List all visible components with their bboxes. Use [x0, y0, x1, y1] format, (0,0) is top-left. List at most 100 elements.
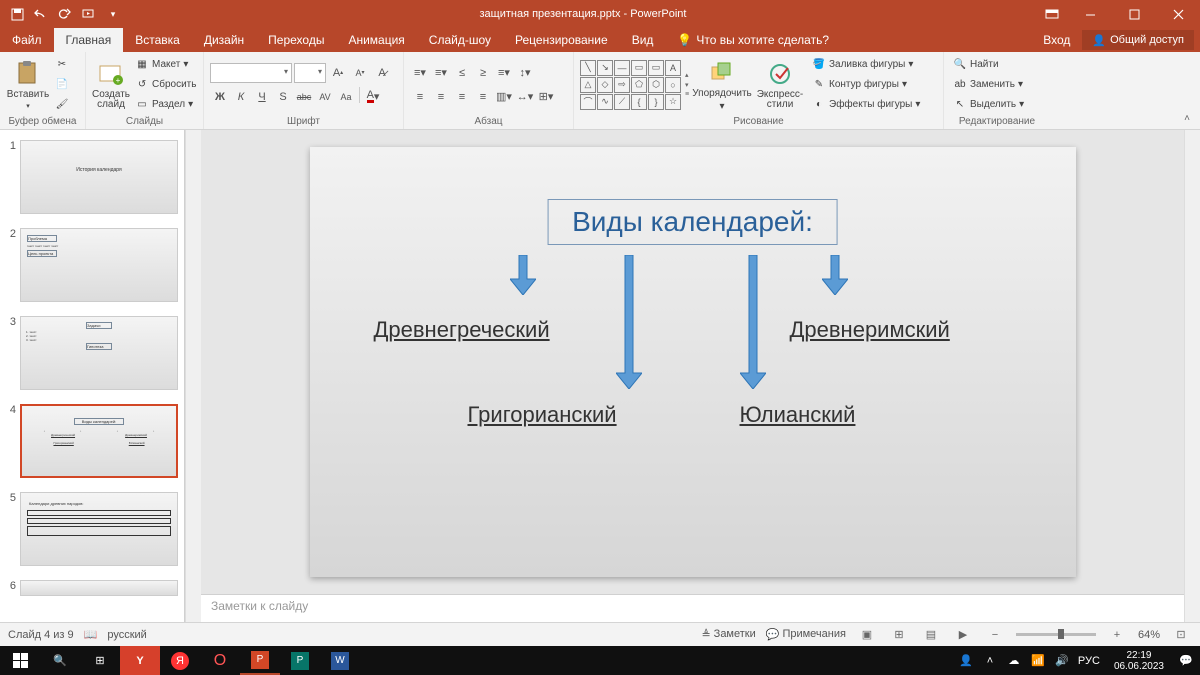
- font-color-button[interactable]: A▾: [363, 87, 383, 107]
- shape-line[interactable]: ╲: [580, 60, 596, 76]
- app-yandex[interactable]: Y: [120, 646, 160, 675]
- tray-language[interactable]: РУС: [1078, 655, 1100, 667]
- shape-br1[interactable]: {: [631, 94, 647, 110]
- shape-c2[interactable]: ∿: [597, 94, 613, 110]
- zoom-level[interactable]: 64%: [1138, 629, 1160, 641]
- calendar-label-2[interactable]: Древнеримский: [790, 317, 950, 343]
- search-button[interactable]: 🔍: [40, 646, 80, 675]
- zoom-slider[interactable]: [1016, 633, 1096, 636]
- underline-button[interactable]: Ч: [252, 87, 272, 107]
- justify-button[interactable]: ≡: [473, 87, 493, 107]
- login-link[interactable]: Вход: [1031, 28, 1082, 52]
- redo-icon[interactable]: [54, 3, 76, 25]
- app-word[interactable]: W: [320, 646, 360, 675]
- fit-button[interactable]: ⊡: [1170, 626, 1192, 644]
- slide[interactable]: Виды календарей: Древнегреческий Древнер…: [310, 147, 1076, 577]
- shape-text[interactable]: A: [665, 60, 681, 76]
- text-direction-button[interactable]: ↕▾: [515, 63, 535, 83]
- arrow-shape[interactable]: [822, 255, 848, 295]
- language-indicator[interactable]: русский: [107, 629, 146, 641]
- share-button[interactable]: 👤Общий доступ: [1082, 30, 1194, 50]
- ribbon-display-icon[interactable]: [1036, 0, 1068, 28]
- thumbnail-slide-2[interactable]: Проблематекст текст текст текстЦель прое…: [20, 228, 178, 302]
- columns-button[interactable]: ▥▾: [494, 87, 514, 107]
- select-button[interactable]: ↖Выделить▾: [950, 96, 1027, 114]
- shape-arr[interactable]: ⇨: [614, 77, 630, 93]
- paste-button[interactable]: Вставить▾: [6, 56, 50, 114]
- app-powerpoint[interactable]: P: [240, 646, 280, 675]
- change-case-button[interactable]: Aa: [336, 87, 356, 107]
- tab-design[interactable]: Дизайн: [192, 28, 256, 52]
- zoom-in-button[interactable]: +: [1106, 626, 1128, 644]
- tab-home[interactable]: Главная: [54, 28, 124, 52]
- thumbnail-slide-3[interactable]: Задачи1. текст2. текст3. текстГипотеза: [20, 316, 178, 390]
- gallery-up[interactable]: ▴: [685, 71, 691, 79]
- app-ya[interactable]: Я: [160, 646, 200, 675]
- app-opera[interactable]: O: [200, 646, 240, 675]
- decrease-font-button[interactable]: A▾: [350, 63, 370, 83]
- spell-check-icon[interactable]: 📖: [84, 628, 98, 641]
- find-button[interactable]: 🔍Найти: [950, 56, 1027, 74]
- app-publisher[interactable]: P: [280, 646, 320, 675]
- shape-c3[interactable]: ⟋: [614, 94, 630, 110]
- tray-meet-icon[interactable]: 👤: [958, 653, 974, 669]
- smartart-button[interactable]: ⊞▾: [536, 87, 556, 107]
- reading-view-button[interactable]: ▤: [920, 626, 942, 644]
- tell-me[interactable]: 💡Что вы хотите сделать?: [665, 28, 841, 52]
- tab-file[interactable]: Файл: [0, 28, 54, 52]
- align-right-button[interactable]: ≡: [452, 87, 472, 107]
- thumbnail-slide-5[interactable]: Календари древних народов:: [20, 492, 178, 566]
- shape-r2[interactable]: ⬠: [631, 77, 647, 93]
- calendar-label-3[interactable]: Григорианский: [468, 402, 617, 428]
- maximize-icon[interactable]: [1112, 0, 1156, 28]
- align-center-button[interactable]: ≡: [431, 87, 451, 107]
- calendar-label-4[interactable]: Юлианский: [740, 402, 856, 428]
- tab-review[interactable]: Рецензирование: [503, 28, 620, 52]
- shape-outline-button[interactable]: ✎Контур фигуры▾: [809, 76, 923, 94]
- tray-wifi-icon[interactable]: 📶: [1030, 653, 1046, 669]
- italic-button[interactable]: К: [231, 87, 251, 107]
- arrange-button[interactable]: Упорядочить▾: [693, 56, 751, 114]
- shape-c1[interactable]: ⌒: [580, 94, 596, 110]
- tab-transitions[interactable]: Переходы: [256, 28, 336, 52]
- clear-format-button[interactable]: A̷: [372, 63, 392, 83]
- tray-up-icon[interactable]: ˄: [982, 653, 998, 669]
- arrow-shape[interactable]: [510, 255, 536, 295]
- slideshow-view-button[interactable]: ▶: [952, 626, 974, 644]
- tab-insert[interactable]: Вставка: [123, 28, 192, 52]
- shapes-gallery[interactable]: ╲↘—▭▭A △◇⇨⬠⬡○ ⌒∿⟋{}☆: [580, 60, 681, 110]
- increase-indent-button[interactable]: ≥: [473, 63, 493, 83]
- thumbnail-slide-4[interactable]: Виды календарей:↓↓↓↓ДревнегреческийДревн…: [20, 404, 178, 478]
- undo-icon[interactable]: [30, 3, 52, 25]
- char-spacing-button[interactable]: AV: [315, 87, 335, 107]
- layout-button[interactable]: ▦Макет▾: [132, 56, 199, 74]
- tray-onedrive-icon[interactable]: ☁: [1006, 653, 1022, 669]
- calendar-label-1[interactable]: Древнегреческий: [374, 317, 550, 343]
- shape-line2[interactable]: —: [614, 60, 630, 76]
- reset-button[interactable]: ↺Сбросить: [132, 76, 199, 94]
- quick-styles-button[interactable]: Экспресс- стили: [753, 56, 807, 114]
- shape-br2[interactable]: }: [648, 94, 664, 110]
- font-size-select[interactable]: [294, 63, 326, 83]
- cut-button[interactable]: ✂: [52, 56, 72, 74]
- copy-button[interactable]: 📄: [52, 76, 72, 94]
- shape-r3[interactable]: ⬡: [648, 77, 664, 93]
- shape-arrow[interactable]: ↘: [597, 60, 613, 76]
- arrow-shape[interactable]: [740, 255, 766, 389]
- shape-rect2[interactable]: ▭: [648, 60, 664, 76]
- notes-toggle[interactable]: ≜ Заметки: [701, 628, 755, 641]
- format-painter-button[interactable]: 🖌: [52, 96, 72, 114]
- thumbnail-slide-6[interactable]: [20, 580, 178, 596]
- numbering-button[interactable]: ≡▾: [431, 63, 451, 83]
- new-slide-button[interactable]: +Создать слайд: [92, 56, 130, 114]
- tab-slideshow[interactable]: Слайд-шоу: [417, 28, 503, 52]
- comments-toggle[interactable]: 💬 Примечания: [766, 628, 846, 641]
- start-from-beginning-icon[interactable]: [78, 3, 100, 25]
- tab-view[interactable]: Вид: [620, 28, 666, 52]
- thumbnail-scrollbar[interactable]: [185, 130, 201, 622]
- tray-notifications-icon[interactable]: 💬: [1178, 653, 1194, 669]
- collapse-ribbon-button[interactable]: ˄: [1180, 111, 1194, 125]
- start-button[interactable]: [0, 646, 40, 675]
- gallery-down[interactable]: ▾: [685, 81, 691, 89]
- increase-font-button[interactable]: A▴: [328, 63, 348, 83]
